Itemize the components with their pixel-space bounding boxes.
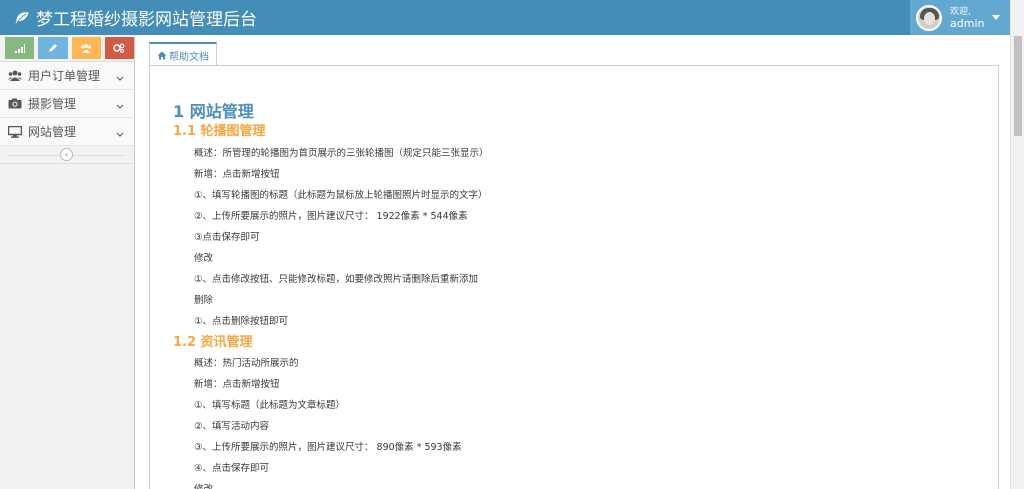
tab-bar: 帮助文档 (149, 42, 217, 66)
chevron-down-icon (116, 71, 124, 85)
gears-icon (113, 43, 125, 53)
help-document: 1 网站管理 1.1 轮播图管理 概述：所管理的轮播图为首页展示的三张轮播图（规… (149, 65, 999, 489)
leaf-icon (14, 10, 30, 25)
tab-label: 帮助文档 (169, 51, 209, 63)
caret-down-icon (992, 15, 1001, 20)
doc-paragraph: ①、填写轮播图的标题（此标题为鼠标放上轮播图照片时显示的文字） (194, 190, 488, 201)
doc-paragraph: 新增：点击新增按钮 (194, 379, 280, 390)
doc-paragraph: ③、上传所要展示的照片，图片建议尺寸： 890像素 * 593像素 (194, 442, 462, 453)
signal-shortcut-button[interactable] (5, 37, 35, 59)
home-icon (157, 51, 167, 60)
page-scrollbar[interactable] (1010, 0, 1024, 489)
doc-heading-news: 1.2 资讯管理 (173, 335, 253, 350)
sidebar-item-photography[interactable]: 摄影管理 (0, 90, 134, 118)
app-title: 梦工程婚纱摄影网站管理后台 (36, 10, 257, 30)
sidebar-collapse-bar: « (0, 146, 134, 164)
doc-paragraph: 新增：点击新增按钮 (194, 169, 280, 180)
group-icon (81, 44, 92, 53)
tab-help-docs[interactable]: 帮助文档 (149, 42, 217, 66)
main-area: 帮助文档 1 网站管理 1.1 轮播图管理 概述：所管理的轮播图为首页展示的三张… (136, 35, 1010, 489)
users-shortcut-button[interactable] (71, 37, 101, 59)
doc-paragraph: ①、填写标题（此标题为文章标题） (194, 400, 346, 411)
chevron-down-icon (116, 99, 124, 113)
sidebar-shortcuts (0, 35, 134, 62)
doc-paragraph: ①、点击删除按钮即可 (194, 316, 289, 327)
brand[interactable]: 梦工程婚纱摄影网站管理后台 (14, 0, 257, 35)
top-navbar: 梦工程婚纱摄影网站管理后台 欢迎, admin (0, 0, 1010, 35)
avatar (916, 4, 942, 31)
doc-paragraph: ②、上传所要展示的照片，图片建议尺寸： 1922像素 * 544像素 (194, 211, 468, 222)
username: admin (950, 16, 985, 30)
sidebar-item-label: 摄影管理 (28, 97, 77, 111)
chevron-down-icon (116, 127, 124, 141)
sidebar-item-label: 网站管理 (28, 125, 77, 139)
sidebar-item-orders[interactable]: 用户订单管理 (0, 62, 134, 90)
doc-paragraph: 修改 (194, 481, 213, 489)
settings-shortcut-button[interactable] (104, 37, 134, 59)
doc-paragraph: ①、点击修改按钮、只能修改标题，如要修改照片请删除后重新添加 (194, 274, 479, 285)
doc-paragraph: 删除 (194, 295, 214, 306)
sidebar: 用户订单管理 摄影管理 网站管理 « (0, 35, 135, 489)
doc-heading-1: 1 网站管理 (173, 102, 254, 121)
doc-paragraph: 修改 (194, 253, 214, 264)
doc-heading-carousel: 1.1 轮播图管理 (173, 124, 266, 139)
user-menu[interactable]: 欢迎, admin (910, 0, 1010, 35)
collapse-sidebar-button[interactable]: « (60, 148, 73, 161)
doc-paragraph: 概述：热门活动所展示的 (194, 358, 299, 369)
doc-paragraph: ③点击保存即可 (194, 232, 260, 243)
users-icon (8, 70, 24, 81)
double-chevron-left-icon: « (64, 150, 69, 159)
sidebar-item-label: 用户订单管理 (28, 69, 101, 83)
signal-icon (14, 43, 25, 53)
doc-paragraph: 概述：所管理的轮播图为首页展示的三张轮播图（规定只能三张显示） (194, 148, 489, 159)
sidebar-item-website[interactable]: 网站管理 (0, 118, 134, 146)
pencil-shortcut-button[interactable] (38, 37, 68, 59)
camera-icon (8, 98, 24, 109)
desktop-icon (8, 125, 24, 138)
doc-paragraph: ②、填写活动内容 (194, 421, 270, 432)
doc-paragraph: ④、点击保存即可 (194, 463, 270, 474)
scrollbar-thumb[interactable] (1014, 36, 1022, 136)
pencil-icon (48, 44, 57, 52)
